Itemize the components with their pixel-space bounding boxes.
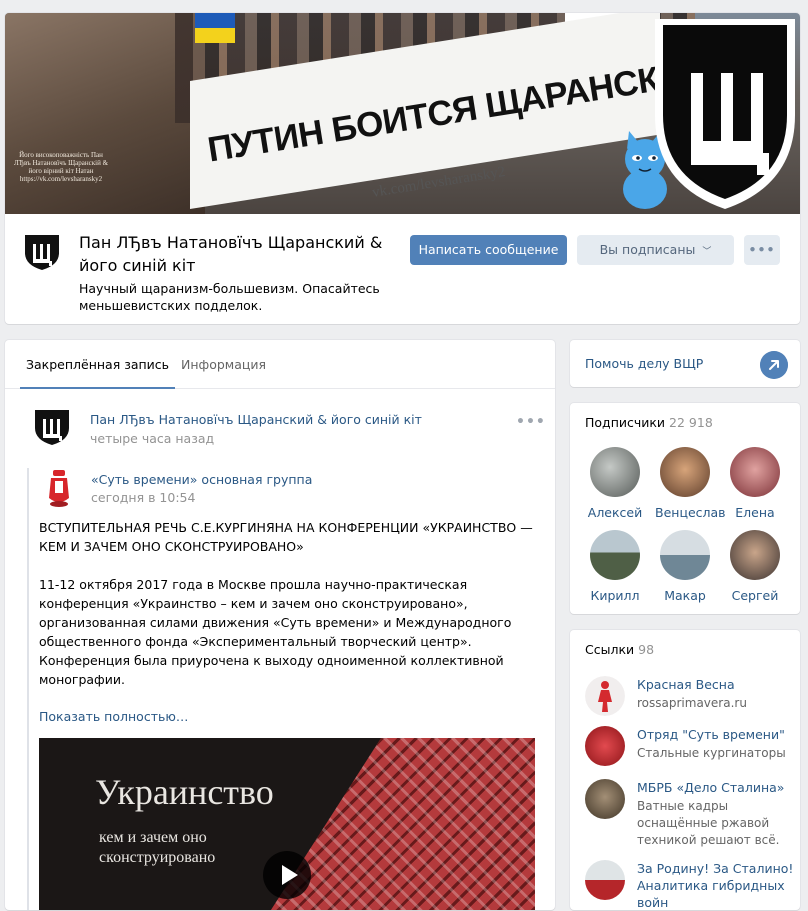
red-figure-icon[interactable] — [585, 676, 625, 716]
link-title[interactable]: МБРБ «Дело Сталина» — [637, 779, 797, 796]
cover-image[interactable]: ПУТИН БОИТСЯ ЩАРАНСКАГО vk.com/levsharan… — [5, 13, 800, 214]
post-heading: ВСТУПИТЕЛЬНАЯ РЕЧЬ С.Е.КУРГИНЯНА НА КОНФ… — [39, 520, 533, 554]
subscriber-name[interactable]: Алексей — [585, 505, 645, 520]
page-title: Пан ЛЂвъ Натановїчъ Щаранский & його син… — [79, 233, 383, 275]
show-more-link[interactable]: Показать полностью… — [39, 709, 188, 724]
wall-tabs: Закреплённая запись Информация — [5, 340, 555, 389]
post-text: ВСТУПИТЕЛЬНАЯ РЕЧЬ С.Е.КУРГИНЯНА НА КОНФ… — [39, 518, 539, 689]
post-time[interactable]: четыре часа назад — [90, 431, 214, 446]
video-attachment[interactable]: Украинство кем и зачем оно сконструирова… — [39, 738, 535, 910]
link-desc: rossaprimavera.ru — [637, 696, 747, 710]
subscriber-name[interactable]: Елена — [725, 505, 785, 520]
subscribers-count: 22 918 — [669, 415, 713, 430]
subscriber-avatar[interactable] — [590, 530, 640, 580]
subscriber-name[interactable]: Сергей — [725, 588, 785, 603]
links-label: Ссылки — [585, 642, 635, 657]
link-title[interactable]: Красная Весна — [637, 676, 797, 693]
link-avatar[interactable] — [585, 860, 625, 900]
subscribers-title[interactable]: Подписчики 22 918 — [585, 415, 713, 430]
tab-pinned-post[interactable]: Закреплённая запись — [20, 340, 176, 389]
write-message-button[interactable]: Написать сообщение — [410, 235, 567, 265]
subscriber-avatar[interactable] — [590, 447, 640, 497]
subscriber-item[interactable]: Алексей — [585, 447, 645, 520]
links-count: 98 — [638, 642, 655, 657]
subscriber-item[interactable]: Сергей — [725, 530, 785, 603]
help-block[interactable]: Помочь делу ВЩР — [570, 340, 800, 387]
subscribers-block: Подписчики 22 918 Алексей Венцеслав Елена… — [570, 403, 800, 614]
link-desc: Стальные кургинаторы — [637, 746, 786, 760]
page-status: Научный щаранизм-большевизм. Опасайтесь … — [79, 281, 380, 313]
subscribed-label: Вы подписаны — [599, 242, 696, 257]
subscriber-item[interactable]: Кирилл — [585, 530, 645, 603]
subscriber-item[interactable]: Макар — [655, 530, 715, 603]
post-menu-button[interactable]: ••• — [516, 414, 546, 430]
subscriber-avatar[interactable] — [730, 530, 780, 580]
subscriber-item[interactable]: Елена — [725, 447, 785, 520]
repost-time[interactable]: сегодня в 10:54 — [91, 490, 195, 505]
post-paragraph: Конференция была приурочена к выходу одн… — [39, 653, 504, 687]
wall: Закреплённая запись Информация Пан ЛЂвъ … — [5, 340, 555, 910]
links-title[interactable]: Ссылки 98 — [585, 642, 654, 657]
post-paragraph: 11-12 октября 2017 года в Москве прошла … — [39, 577, 512, 649]
subscriber-name[interactable]: Кирилл — [585, 588, 645, 603]
monument-caption: Його високоповажність Пан ЛЂвъ Натановїч… — [13, 151, 109, 183]
community-header: ПУТИН БОИТСЯ ЩАРАНСКАГО vk.com/levsharan… — [5, 13, 800, 324]
subscribed-button[interactable]: Вы подписаны ﹀ — [577, 235, 734, 265]
link-avatar[interactable] — [585, 779, 625, 819]
subscriber-avatar[interactable] — [730, 447, 780, 497]
tab-info[interactable]: Информация — [181, 340, 266, 388]
link-title[interactable]: За Родину! За Сталино! Аналитика гибридн… — [637, 860, 797, 911]
links-block: Ссылки 98 Красная Весна rossaprimavera.ru… — [570, 630, 800, 910]
play-icon[interactable] — [263, 851, 311, 899]
subscriber-name[interactable]: Макар — [655, 588, 715, 603]
arrow-up-right-icon[interactable] — [760, 351, 788, 379]
repost-divider — [27, 468, 29, 910]
subscriber-avatar[interactable] — [660, 530, 710, 580]
subscriber-name[interactable]: Венцеслав — [655, 505, 726, 520]
ukraine-flag — [195, 13, 235, 43]
subscriber-avatar[interactable] — [660, 447, 710, 497]
post-author-avatar[interactable] — [33, 408, 71, 446]
repost-source-avatar[interactable] — [45, 468, 73, 508]
link-desc: Ватные кадры оснащённые ржавой техникой … — [637, 799, 780, 847]
link-avatar[interactable] — [585, 726, 625, 766]
more-actions-button[interactable]: ••• — [744, 235, 780, 265]
video-title: Украинство — [95, 772, 274, 812]
community-avatar[interactable] — [23, 233, 61, 271]
repost-author-link[interactable]: «Суть времени» основная группа — [91, 472, 312, 487]
help-label[interactable]: Помочь делу ВЩР — [585, 356, 703, 371]
link-title[interactable]: Отряд "Суть времени" — [637, 726, 797, 743]
post-author-link[interactable]: Пан ЛЂвъ Натановїчъ Щаранский & його син… — [90, 412, 422, 427]
chevron-down-icon: ﹀ — [702, 247, 712, 257]
subscriber-item[interactable]: Венцеслав — [655, 447, 726, 520]
subscribers-label: Подписчики — [585, 415, 666, 430]
shcha-shield-logo — [655, 19, 795, 209]
